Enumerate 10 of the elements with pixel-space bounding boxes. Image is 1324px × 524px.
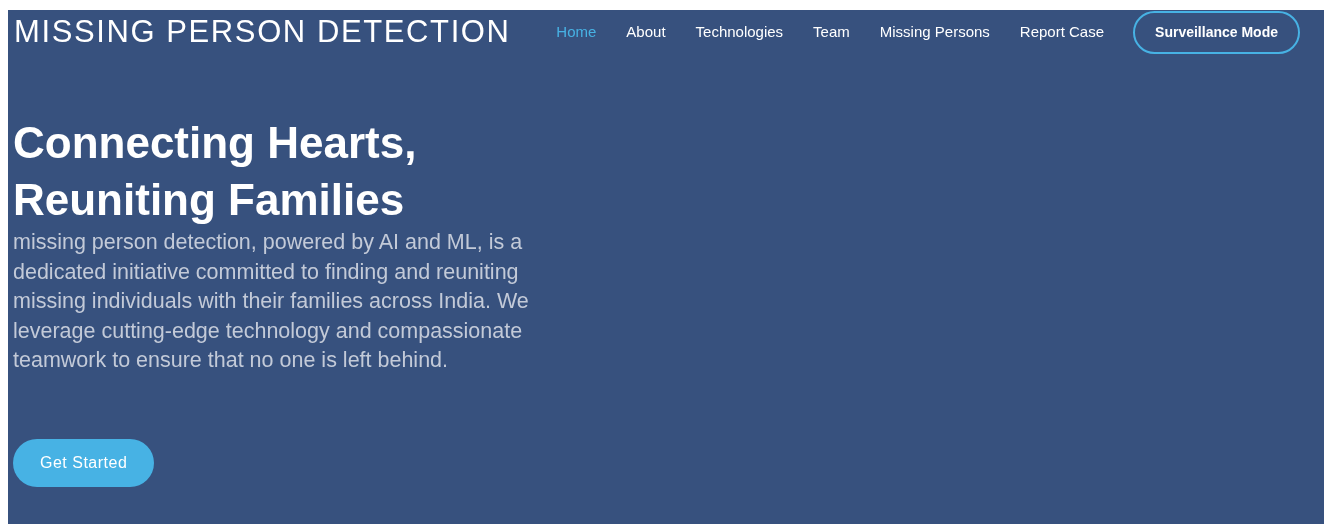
nav-link[interactable]: Technologies [680, 20, 799, 44]
site-title[interactable]: MISSING PERSON DETECTION [14, 8, 511, 56]
nav-link[interactable]: Missing Persons [864, 20, 1005, 44]
hero-heading: Connecting Hearts, [13, 117, 418, 169]
nav-link[interactable]: Report Case [1004, 20, 1120, 44]
hero-heading: Reuniting Families [13, 174, 406, 226]
nav-link[interactable]: Team [798, 20, 865, 44]
surveillance-mode-button[interactable]: Surveillance Mode [1133, 10, 1300, 54]
hero-description: missing person detection, powered by AI and ML, is a dedicated initiative committed to finding and reuniting missing individuals with their families across India. We leverage cutting-edge technology and compassionate teamwork to ensure that no one is left behind. [13, 229, 530, 374]
nav-link[interactable]: About [611, 20, 681, 44]
